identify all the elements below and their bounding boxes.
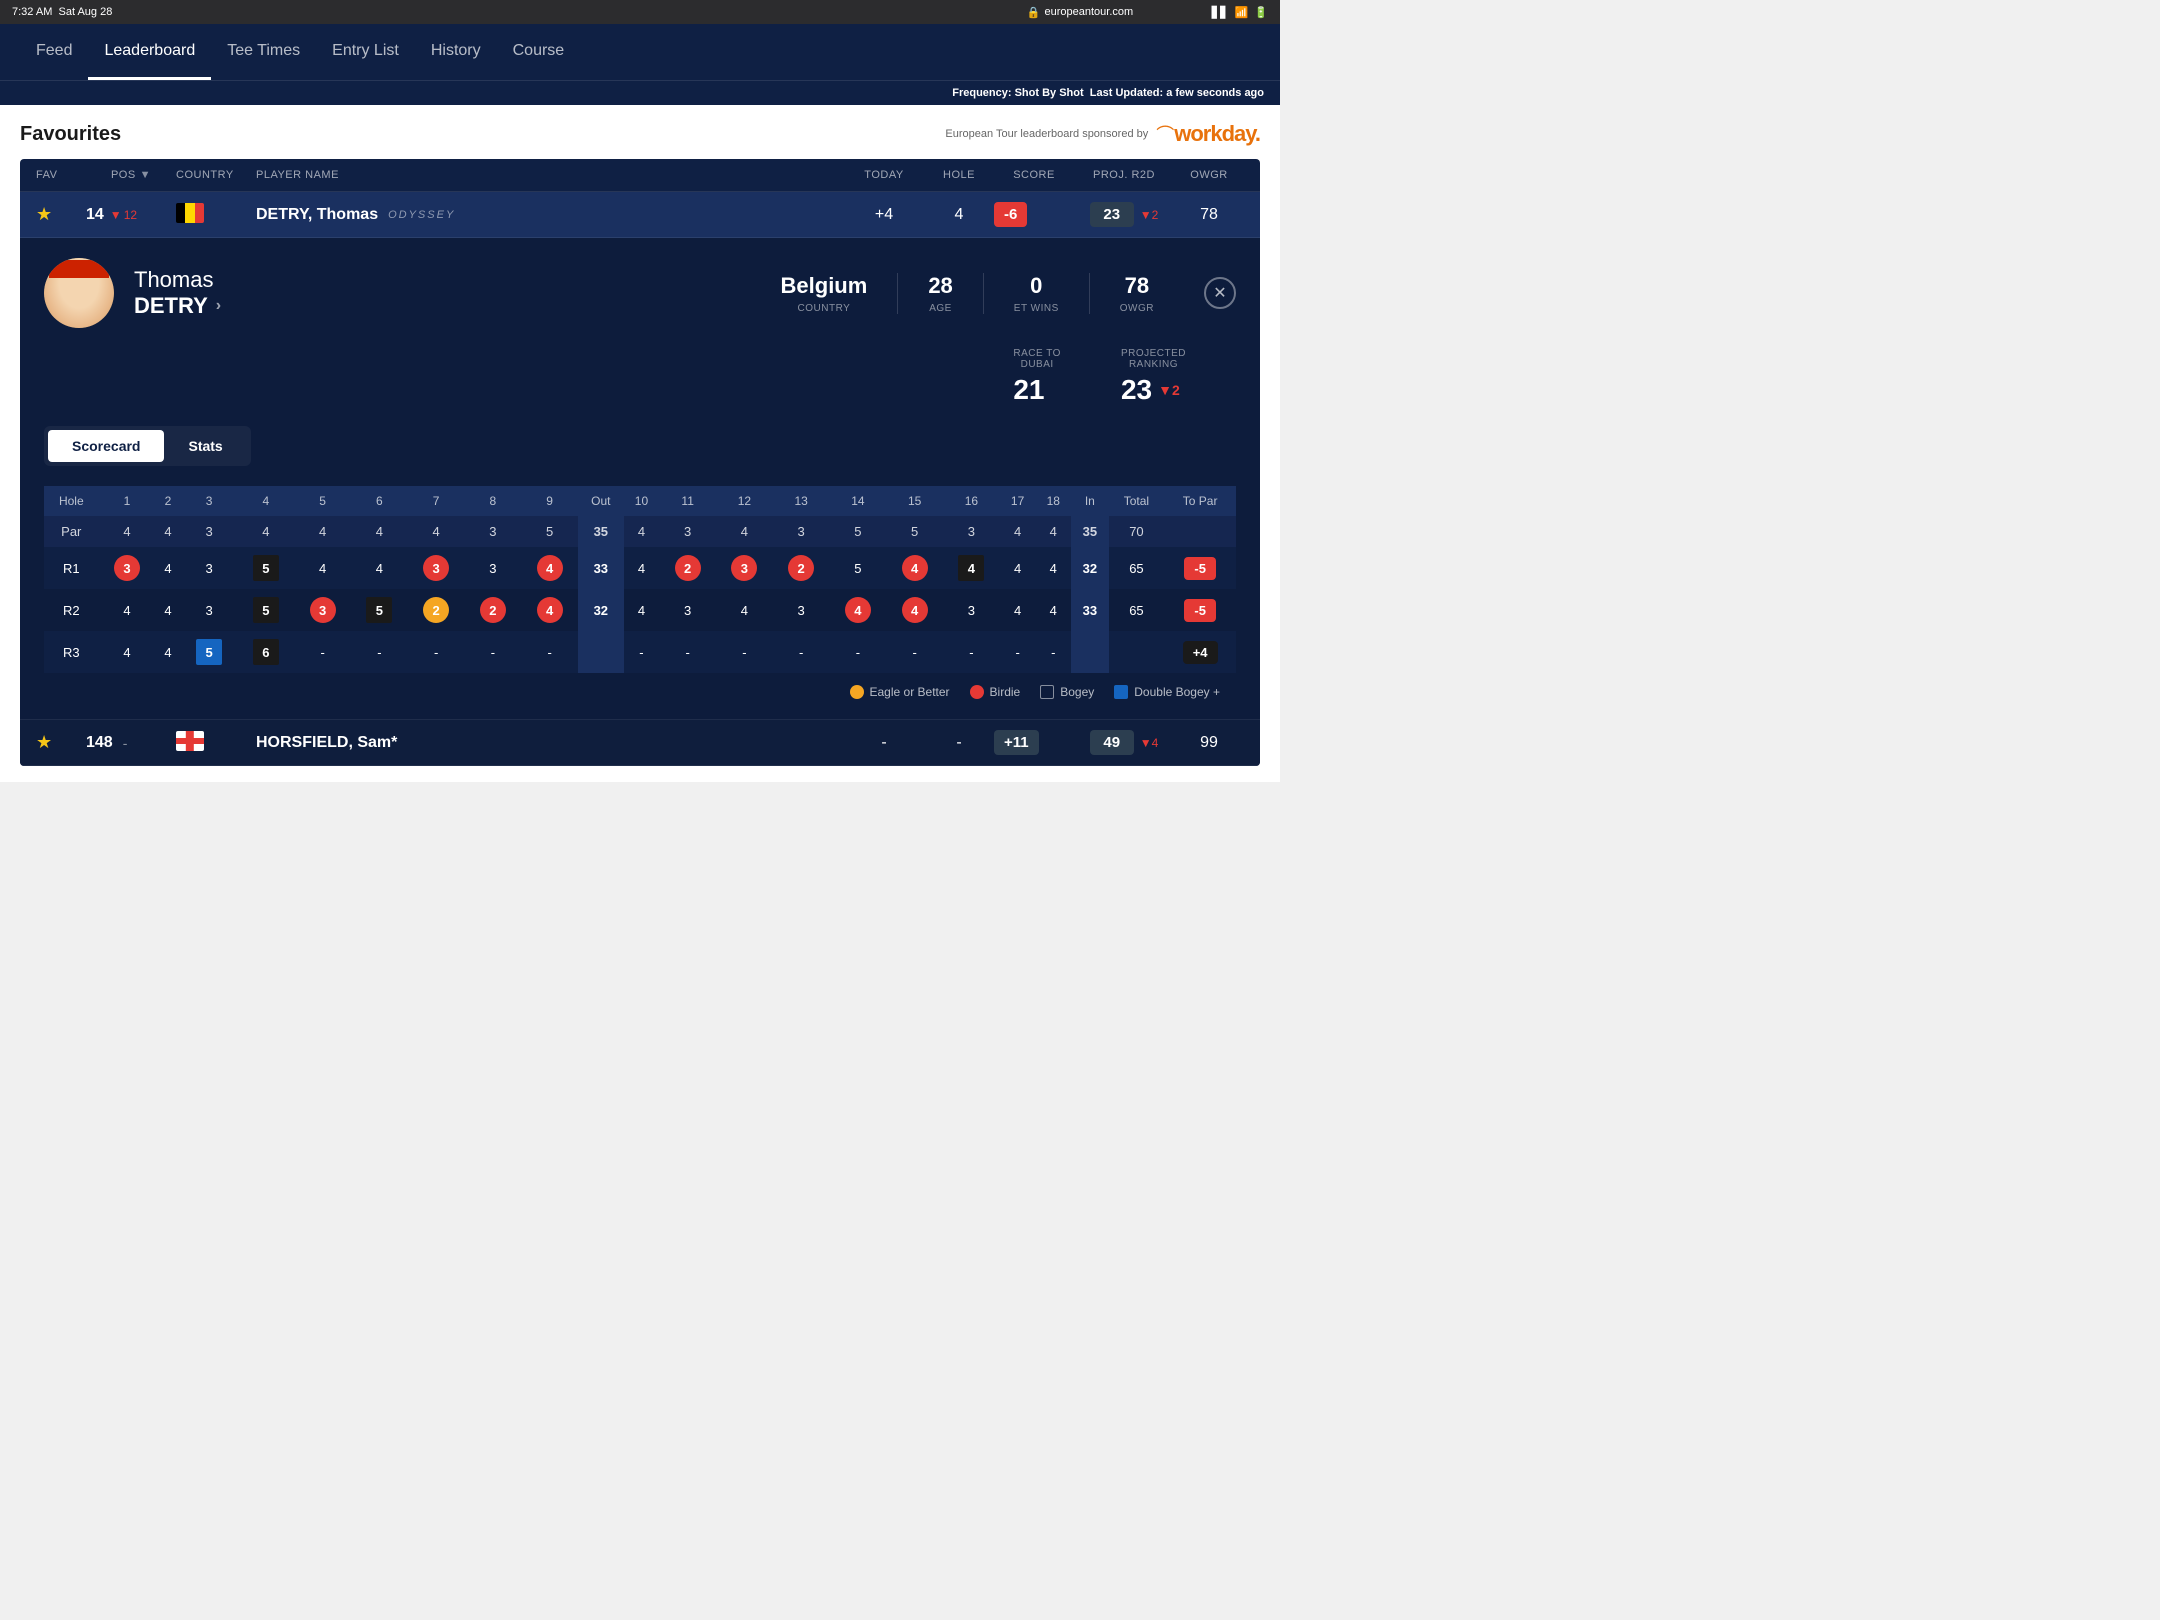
player-name-horsfield: HORSFIELD, Sam* <box>256 734 844 752</box>
header-fav: Fav <box>36 169 86 181</box>
wifi-icon: 📶 <box>1235 6 1249 19</box>
proj-rank-change: ▼ 2 <box>1158 382 1180 398</box>
stat-et-wins: 0 ET WINS <box>984 273 1090 314</box>
player-avatar-detry <box>44 258 114 328</box>
close-detail-button[interactable]: ✕ <box>1204 277 1236 309</box>
header-pos: Pos ▼ <box>86 169 176 181</box>
owgr-detry: 78 <box>1174 206 1244 224</box>
scorecard-tab[interactable]: Scorecard <box>48 430 164 462</box>
fav-star-detry[interactable]: ★ <box>36 204 86 225</box>
proj-cell-horsfield: 49 ▼ 4 <box>1074 730 1174 755</box>
favourites-header: Favourites European Tour leaderboard spo… <box>20 121 1260 147</box>
proj-change-detry: ▼ 2 <box>1140 208 1159 222</box>
down-arrow-proj-icon: ▼ <box>1140 208 1152 222</box>
header-player-name: Player Name <box>256 169 844 181</box>
down-arrow-icon: ▼ <box>110 208 122 222</box>
th-hole: Hole <box>44 486 99 516</box>
race-to-dubai: RACE TODUBAI 21 <box>1013 348 1061 406</box>
r1-row: R1 3 4 3 5 4 4 3 3 4 33 4 2 3 2 <box>44 547 1236 589</box>
hole-detry: 4 <box>924 206 994 224</box>
stat-country: Belgium COUNTRY <box>751 273 899 314</box>
chevron-right-icon: › <box>216 297 221 315</box>
sort-arrow-pos: ▼ <box>140 169 151 181</box>
nav-leaderboard[interactable]: Leaderboard <box>88 24 211 80</box>
signal-icon: ▋▋ <box>1212 6 1229 19</box>
player-stats-grid: Belgium COUNTRY 28 AGE 0 ET WINS 78 OWGR <box>241 273 1184 314</box>
nav-entry-list[interactable]: Entry List <box>316 24 415 80</box>
legend-double-bogey: Double Bogey + <box>1114 685 1220 699</box>
header-today: Today <box>844 169 924 181</box>
flag-belgium <box>176 203 256 226</box>
nav-tee-times[interactable]: Tee Times <box>211 24 316 80</box>
bogey-indicator <box>1040 685 1054 699</box>
race-row: RACE TODUBAI 21 PROJECTEDRANKING 23 ▼ 2 <box>44 348 1236 406</box>
stat-age: 28 AGE <box>898 273 983 314</box>
r2-row: R2 4 4 3 5 3 5 2 2 4 32 4 3 4 3 <box>44 589 1236 631</box>
double-bogey-indicator <box>1114 685 1128 699</box>
favourites-title: Favourites <box>20 123 121 146</box>
player-detail-detry: Thomas DETRY › Belgium COUNTRY 28 AGE <box>20 238 1260 720</box>
flag-england <box>176 731 256 754</box>
today-horsfield: - <box>844 734 924 752</box>
header-country: Country <box>176 169 256 181</box>
header-proj-r2d: Proj. R2D <box>1074 169 1174 181</box>
lock-icon: 🔒 <box>1027 6 1041 19</box>
stat-owgr-detail: 78 OWGR <box>1090 273 1184 314</box>
header-hole: Hole <box>924 169 994 181</box>
header-score: Score <box>994 169 1074 181</box>
sponsor-area: European Tour leaderboard sponsored by ⌒… <box>945 121 1260 147</box>
nav-history[interactable]: History <box>415 24 497 80</box>
url-bar: 🔒 europeantour.com <box>1027 6 1133 19</box>
nav-feed[interactable]: Feed <box>20 24 88 80</box>
legend-eagle: Eagle or Better <box>850 685 950 699</box>
leaderboard-container: Fav Pos ▼ Country Player Name Today Hole… <box>20 159 1260 766</box>
main-content: Favourites European Tour leaderboard spo… <box>0 105 1280 782</box>
legend-bogey: Bogey <box>1040 685 1094 699</box>
scorecard-table: Hole 1 2 3 4 5 6 7 8 9 Out 10 11 12 <box>44 486 1236 673</box>
birdie-indicator <box>970 685 984 699</box>
down-arrow-rank-icon: ▼ <box>1158 382 1172 398</box>
projected-ranking: PROJECTEDRANKING 23 ▼ 2 <box>1121 348 1186 406</box>
score-badge-horsfield: +11 <box>994 734 1074 751</box>
pos-cell-detry: 14 ▼ 12 <box>86 206 176 224</box>
legend-birdie: Birdie <box>970 685 1021 699</box>
leaderboard-header: Fav Pos ▼ Country Player Name Today Hole… <box>20 159 1260 192</box>
eagle-indicator <box>850 685 864 699</box>
par-row: Par 4 4 3 4 4 4 4 3 5 35 4 3 4 3 <box>44 516 1236 547</box>
proj-cell-detry: 23 ▼ 2 <box>1074 202 1174 227</box>
player-name-detry: DETRY, Thomas ODYSSEY <box>256 206 844 224</box>
fav-star-horsfield[interactable]: ★ <box>36 732 86 753</box>
status-icons: ▋▋ 📶 🔋 <box>1212 6 1268 19</box>
today-detry: +4 <box>844 206 924 224</box>
info-bar: Frequency: Shot By Shot Last Updated: a … <box>0 80 1280 105</box>
battery-icon: 🔋 <box>1254 6 1268 19</box>
player-row-horsfield: ★ 148 - HORSFIELD, Sam* - - +11 49 <box>20 720 1260 766</box>
down-arrow-horsfield-icon: ▼ <box>1140 736 1152 750</box>
player-name-large: Thomas DETRY › <box>134 267 221 319</box>
stats-tab[interactable]: Stats <box>164 430 246 462</box>
workday-logo: ⌒ workday. <box>1156 121 1260 147</box>
player-row-detry: ★ 14 ▼ 12 DETRY, Thomas ODYSSEY <box>20 192 1260 238</box>
pos-cell-horsfield: 148 - <box>86 734 176 752</box>
pos-change-detry: ▼ 12 <box>110 208 137 222</box>
owgr-horsfield: 99 <box>1174 734 1244 752</box>
status-time: 7:32 AM Sat Aug 28 <box>12 6 112 18</box>
nav-bar: Feed Leaderboard Tee Times Entry List Hi… <box>0 24 1280 80</box>
hole-horsfield: - <box>924 734 994 752</box>
nav-course[interactable]: Course <box>497 24 581 80</box>
r3-row: R3 4 4 5 6 - - - - - - - - - <box>44 631 1236 673</box>
scorecard-tabs: Scorecard Stats <box>44 426 251 466</box>
proj-change-horsfield: ▼ 4 <box>1140 736 1159 750</box>
header-owgr: OWGR <box>1174 169 1244 181</box>
status-bar: 7:32 AM Sat Aug 28 🔒 europeantour.com ▋▋… <box>0 0 1280 24</box>
hole-header-row: Hole 1 2 3 4 5 6 7 8 9 Out 10 11 12 <box>44 486 1236 516</box>
score-badge-detry: -6 <box>994 206 1074 223</box>
scorecard-legend: Eagle or Better Birdie Bogey Double Boge… <box>44 673 1236 699</box>
player-info-row: Thomas DETRY › Belgium COUNTRY 28 AGE <box>44 258 1236 328</box>
